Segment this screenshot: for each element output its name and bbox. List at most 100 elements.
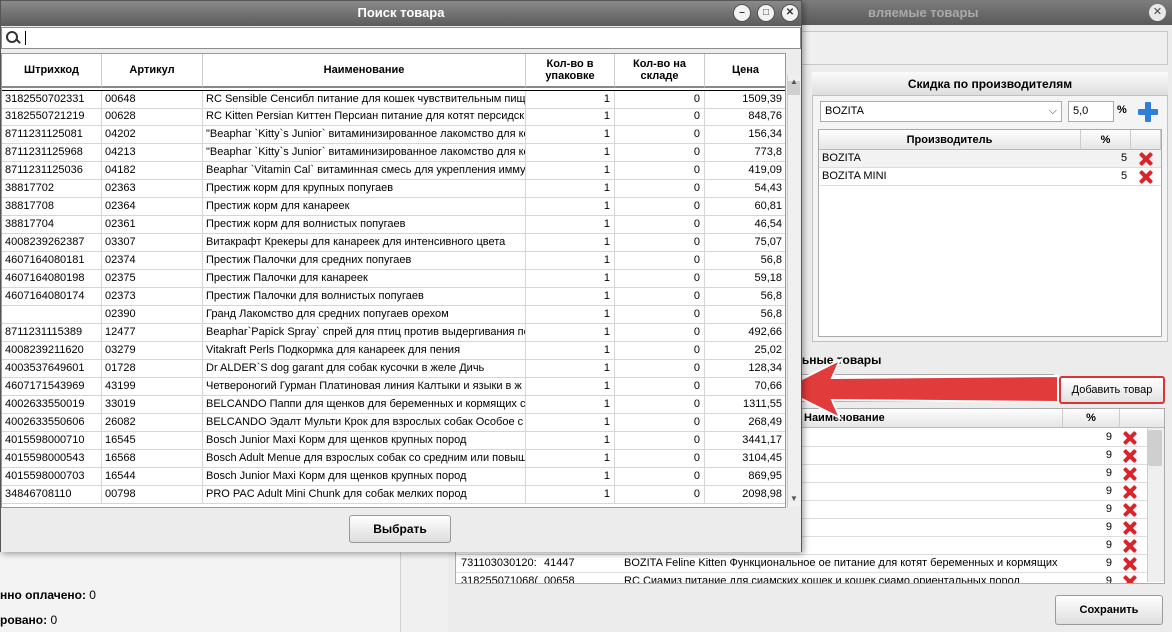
scrollbar-thumb[interactable] <box>1148 430 1162 466</box>
table-row[interactable]: 4008239262387 03307 Витакрафт Крекеры для … <box>2 234 785 252</box>
scrollbar[interactable] <box>787 75 801 507</box>
table-row[interactable]: 3182550702331 00648 RC Sensible Сенсибл пи… <box>2 90 785 109</box>
column-header-manufacturer[interactable]: Производитель <box>819 130 1081 150</box>
column-header-price[interactable]: Цена <box>705 54 785 88</box>
barcode-cell: 4015598000703 <box>2 468 102 486</box>
manufacturer-select[interactable]: BOZITA ⌵ <box>820 101 1062 122</box>
table-row[interactable]: BOZITA MINI 5 <box>819 168 1161 186</box>
delete-icon[interactable] <box>1123 539 1137 553</box>
pack-qty-cell: 1 <box>526 216 615 234</box>
table-row[interactable]: 4607164080198 02375 Престиж Палочки для ка… <box>2 270 785 288</box>
table-row[interactable]: 4002633550606 26082 BELCANDO Эдалт Мульти … <box>2 414 785 432</box>
barcode-cell: 4607164080181 <box>2 252 102 270</box>
percent-cell: 9 <box>1105 539 1112 551</box>
stock-qty-cell: 0 <box>615 234 705 252</box>
table-row[interactable]: 8711231125036 04182 Beaphar `Vitamin Cal` … <box>2 162 785 180</box>
table-row[interactable]: 4015598000710 16545 Bosch Junior Maxi Корм… <box>2 432 785 450</box>
scroll-down-icon[interactable]: ▼ <box>790 494 798 503</box>
delete-icon[interactable] <box>1123 575 1137 583</box>
paid-stat: нно оплачено: 0 <box>0 588 96 602</box>
reserved-stat-value: 0 <box>50 613 58 627</box>
column-header-barcode[interactable]: Штрихкод <box>2 54 102 88</box>
save-button[interactable]: Сохранить <box>1055 595 1163 625</box>
column-header-article[interactable]: Артикул <box>102 54 203 88</box>
add-product-button[interactable]: Добавить товар <box>1059 376 1165 404</box>
table-row[interactable]: 38817708 02364 Престиж корм для канареек 1 0… <box>2 198 785 216</box>
name-cell: Bosch Adult Menue для взрослых собак со … <box>203 450 526 468</box>
article-cell: 26082 <box>102 414 203 432</box>
price-cell: 268,49 <box>705 414 785 432</box>
minimize-icon[interactable]: – <box>733 4 751 22</box>
table-row[interactable]: 4015598000543 16568 Bosch Adult Menue для … <box>2 450 785 468</box>
price-cell: 492,66 <box>705 324 785 342</box>
table-row[interactable]: 3182550721219 00628 RC Kitten Persian Китт… <box>2 108 785 126</box>
article-cell: 04202 <box>102 126 203 144</box>
plus-icon[interactable] <box>1136 100 1160 124</box>
table-row[interactable]: 4008239211620 03279 Vitakraft Perls Подкор… <box>2 342 785 360</box>
name-cell: Престиж корм для волнистых попугаев <box>203 216 526 234</box>
name-cell: Престиж корм для канареек <box>203 198 526 216</box>
delete-icon[interactable] <box>1123 467 1137 481</box>
delete-icon[interactable] <box>1123 485 1137 499</box>
table-row[interactable]: 4015598000703 16544 Bosch Junior Maxi Корм… <box>2 468 785 486</box>
article-cell: 04182 <box>102 162 203 180</box>
table-row[interactable]: 38817704 02361 Престиж корм для волнистых … <box>2 216 785 234</box>
delete-icon[interactable] <box>1139 170 1153 184</box>
barcode-cell: 4015598000543 <box>2 450 102 468</box>
name-cell: BELCANDO Эдалт Мульти Крок для взрослых … <box>203 414 526 432</box>
stock-qty-cell: 0 <box>615 324 705 342</box>
article-cell: 41447 <box>544 557 575 569</box>
column-header-percent[interactable]: % <box>1063 409 1120 428</box>
name-cell: Beaphar `Vitamin Cal` витаминная смесь д… <box>203 162 526 180</box>
table-row[interactable]: 34846708110 00798 PRO PAC Adult Mini Chunk… <box>2 486 785 504</box>
name-cell: Beaphar`Papick Spray` спрей для птиц про… <box>203 324 526 342</box>
column-header-stock-qty[interactable]: Кол-во на складе <box>615 54 705 88</box>
delete-icon[interactable] <box>1123 449 1137 463</box>
article-cell: 16544 <box>102 468 203 486</box>
barcode-cell: 3182550702331 <box>2 91 102 109</box>
maximize-icon[interactable]: □ <box>757 4 775 22</box>
close-icon[interactable]: ✕ <box>1149 4 1166 21</box>
table-row[interactable]: 02390 Гранд Лакомство для средних попугае… <box>2 306 785 324</box>
paid-stat-value: 0 <box>89 588 96 602</box>
delete-icon[interactable] <box>1123 557 1137 571</box>
table-row[interactable]: 38817702 02363 Престиж корм для крупных по… <box>2 180 785 198</box>
table-row[interactable]: 4607164080174 02373 Престиж Палочки для во… <box>2 288 785 306</box>
table-row[interactable]: 4003537649601 01728 Dr ALDER`S dog garant … <box>2 360 785 378</box>
name-cell: RC Kitten Persian Киттен Персиан питание… <box>203 108 526 126</box>
table-row[interactable]: 8711231125081 04202 "Beaphar `Kitty`s Juni… <box>2 126 785 144</box>
table-row[interactable]: 4002633550019 33019 BELCANDO Паппи для щен… <box>2 396 785 414</box>
close-icon[interactable]: ✕ <box>781 4 799 22</box>
barcode-cell: 4002633550019 <box>2 396 102 414</box>
column-header-name[interactable]: Наименование <box>203 54 526 88</box>
select-button[interactable]: Выбрать <box>349 515 451 543</box>
table-row[interactable]: 4607164080181 02374 Престиж Палочки для ср… <box>2 252 785 270</box>
manufacturer-percent: 5 <box>1121 170 1128 182</box>
table-row[interactable]: 318255071068(00658 RC Сиамиз питание для … <box>456 573 1150 583</box>
column-header-pack-qty[interactable]: Кол-во в упаковке <box>526 54 615 88</box>
stock-qty-cell: 0 <box>615 414 705 432</box>
delete-icon[interactable] <box>1123 521 1137 535</box>
delete-icon[interactable] <box>1123 503 1137 517</box>
discount-percent-input[interactable]: 5,0 <box>1068 101 1114 122</box>
scroll-up-icon[interactable]: ▲ <box>790 77 798 86</box>
search-box[interactable] <box>1 27 801 49</box>
delete-icon[interactable] <box>1139 152 1153 166</box>
delete-icon[interactable] <box>1123 431 1137 445</box>
pack-qty-cell: 1 <box>526 252 615 270</box>
pack-qty-cell: 1 <box>526 414 615 432</box>
table-row[interactable]: 731103030120: 41447 BOZITA Feline Kitten Ф… <box>456 555 1150 573</box>
reserved-stat: ровано: 0 <box>0 613 57 627</box>
manufacturer-discount-title: Скидка по производителям <box>812 72 1168 96</box>
price-cell: 56,8 <box>705 252 785 270</box>
percent-cell: 9 <box>1105 449 1112 461</box>
pack-qty-cell: 1 <box>526 360 615 378</box>
stock-qty-cell: 0 <box>615 396 705 414</box>
table-row[interactable]: BOZITA 5 <box>819 150 1161 168</box>
article-cell: 02364 <box>102 198 203 216</box>
table-row[interactable]: 8711231125968 04213 "Beaphar `Kitty`s Juni… <box>2 144 785 162</box>
table-row[interactable]: 4607171543969 43199 Четвероногий Гурман Пл… <box>2 378 785 396</box>
table-row[interactable]: 8711231115389 12477 Beaphar`Papick Spray` … <box>2 324 785 342</box>
search-input[interactable] <box>22 30 792 46</box>
column-header-percent[interactable]: % <box>1081 130 1131 150</box>
